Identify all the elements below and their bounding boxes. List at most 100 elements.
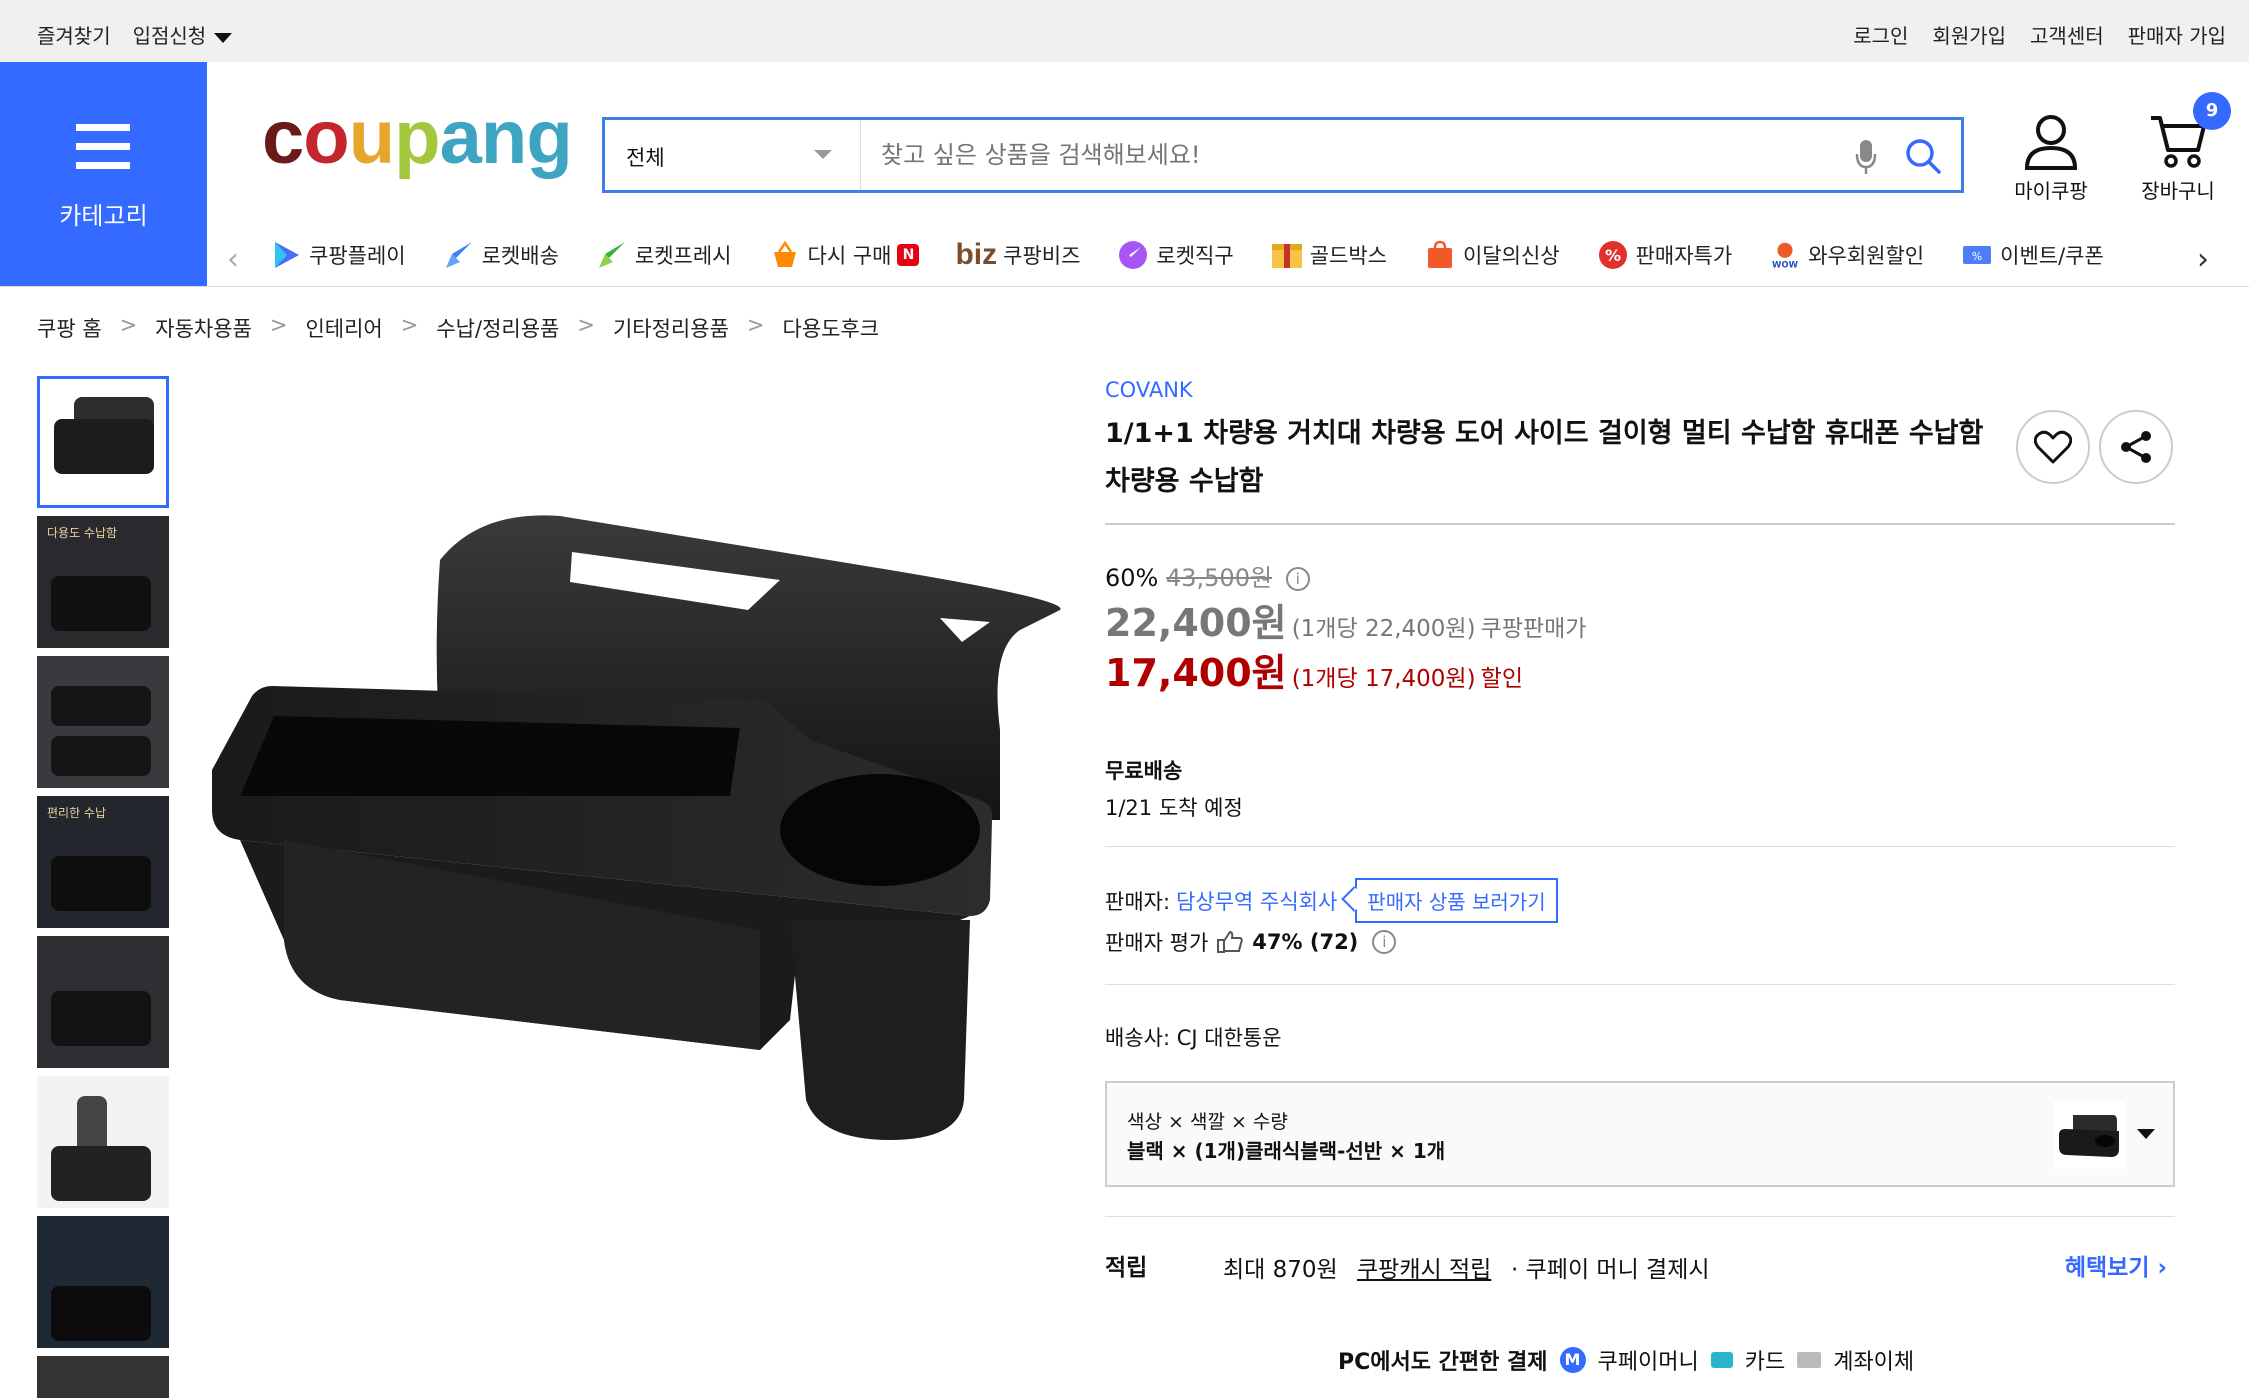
nav-item-events[interactable]: % 이벤트/쿠폰: [1960, 238, 2104, 272]
divider: [1105, 846, 2175, 847]
microphone-icon[interactable]: [1855, 138, 1877, 180]
nav-prev-icon[interactable]: ‹: [227, 242, 239, 277]
nav-next-icon[interactable]: ›: [2197, 242, 2209, 277]
payment-account: 계좌이체: [1833, 1350, 1915, 1375]
chevron-right-icon: >: [746, 313, 765, 337]
chevron-down-icon: [214, 32, 233, 43]
divider: [1105, 984, 2175, 985]
rocket-icon: [442, 238, 476, 272]
nav-item-seller-special[interactable]: % 판매자특가: [1596, 238, 1732, 272]
nav-label: 다시 구매: [807, 244, 892, 268]
option-thumbnail: [2053, 1101, 2125, 1169]
nav-label: 골드박스: [1309, 244, 1387, 268]
reward-condition: · 쿠페이 머니 결제시: [1511, 1257, 1710, 1283]
product-thumbnail[interactable]: 편리한 수납: [37, 796, 169, 928]
reward-more-link[interactable]: 혜택보기 ›: [2065, 1248, 2167, 1282]
product-thumbnail[interactable]: [37, 936, 169, 1068]
product-title: 1/1+1 차량용 거치대 차량용 도어 사이드 걸이형 멀티 수납함 휴대폰 …: [1105, 410, 1985, 506]
chevron-right-icon: >: [119, 313, 138, 337]
price-label: 쿠팡판매가: [1480, 616, 1587, 642]
divider: [1105, 1216, 2175, 1217]
seller-label: 판매자:: [1105, 889, 1171, 914]
thumbnail-caption: 다용도 수납함: [47, 526, 118, 540]
product-thumbnail[interactable]: [37, 1356, 169, 1398]
product-thumbnail[interactable]: [37, 376, 169, 508]
nav-item-rebuy[interactable]: 다시 구매 N: [768, 238, 920, 272]
seller-apply-link[interactable]: 입점신청: [133, 20, 233, 49]
seller-row: 판매자: 담상무역 주식회사 판매자 상품 보러가기: [1105, 878, 1558, 923]
thumbs-up-icon: [1217, 930, 1244, 953]
nav-item-rocket-direct[interactable]: 로켓직구: [1116, 238, 1234, 272]
coupang-price: 22,400원 (1개당 22,400원) 쿠팡판매가: [1105, 592, 1586, 647]
category-menu-button[interactable]: 카테고리: [0, 62, 207, 286]
thumbnail-list: 다용도 수납함 편리한 수납: [37, 376, 171, 1398]
shipping-type: 무료배송: [1105, 759, 1183, 783]
divider: [1105, 523, 2175, 525]
customer-center-link[interactable]: 고객센터: [2030, 20, 2104, 49]
option-select[interactable]: 색상 × 색깔 × 수량 블랙 × (1개)클래식블랙-선반 × 1개: [1105, 1081, 2175, 1187]
nav-label: 쿠팡플레이: [309, 244, 406, 268]
top-utility-bar: 즐겨찾기 입점신청 로그인 회원가입 고객센터 판매자 가입: [0, 0, 2249, 62]
breadcrumb-item[interactable]: 기타정리용품: [613, 313, 729, 343]
card-icon: [1710, 1352, 1733, 1368]
cart-count-badge: 9: [2193, 92, 2231, 130]
wishlist-button[interactable]: [2016, 410, 2090, 484]
category-label: 카테고리: [59, 202, 148, 230]
signup-link[interactable]: 회원가입: [1932, 20, 2006, 49]
coupon-icon: %: [1960, 238, 1994, 272]
nav-item-goldbox[interactable]: 골드박스: [1270, 238, 1387, 272]
breadcrumb-item[interactable]: 자동차용품: [155, 313, 252, 343]
chevron-right-icon: >: [269, 313, 288, 337]
nav-item-rocket-fresh[interactable]: 로켓프레시: [595, 238, 732, 272]
breadcrumb-item[interactable]: 쿠팡 홈: [37, 313, 102, 343]
nav-item-rocket-delivery[interactable]: 로켓배송: [442, 238, 559, 272]
coupang-logo[interactable]: coupang: [262, 100, 573, 176]
seller-rating-value: 47% (72): [1252, 930, 1359, 954]
nav-item-coupang-play[interactable]: 쿠팡플레이: [269, 238, 406, 272]
basket-icon: [768, 238, 802, 272]
nav-item-coupang-biz[interactable]: biz 쿠팡비즈: [955, 238, 1080, 272]
payment-methods: PC에서도 간편한 결제 M 쿠페이머니 카드 계좌이체: [1338, 1344, 1914, 1376]
reward-cash-link[interactable]: 쿠팡캐시 적립: [1357, 1250, 1491, 1284]
price-value: 22,400원: [1105, 601, 1287, 645]
info-icon[interactable]: i: [1285, 567, 1310, 591]
original-price: 43,500원: [1165, 564, 1273, 592]
info-icon[interactable]: i: [1372, 930, 1397, 954]
my-coupang-label: 마이쿠팡: [2014, 179, 2088, 203]
product-thumbnail[interactable]: [37, 1216, 169, 1348]
bookmark-link[interactable]: 즐겨찾기: [37, 20, 111, 49]
discount-line: 60% 43,500원 i: [1105, 558, 1310, 593]
my-coupang-button[interactable]: 마이쿠팡: [2006, 112, 2096, 204]
product-thumbnail[interactable]: [37, 656, 169, 788]
seller-products-button[interactable]: 판매자 상품 보러가기: [1355, 878, 1558, 923]
seller-apply-label: 입점신청: [132, 24, 207, 48]
seller-signup-link[interactable]: 판매자 가입: [2128, 20, 2226, 49]
brand-link[interactable]: COVANK: [1105, 378, 1193, 402]
login-link[interactable]: 로그인: [1853, 20, 1908, 49]
nav-label: 이달의신상: [1462, 244, 1560, 268]
payment-money: 쿠페이머니: [1597, 1350, 1699, 1375]
breadcrumb-item[interactable]: 다용도후크: [783, 313, 880, 343]
product-thumbnail[interactable]: [37, 1076, 169, 1208]
main-product-image[interactable]: [200, 500, 1080, 1140]
search-input[interactable]: [881, 136, 1781, 174]
search-category-select[interactable]: 전체: [605, 120, 861, 190]
search-icon[interactable]: [1903, 136, 1943, 180]
search-category-value: 전체: [626, 146, 665, 170]
breadcrumb-item[interactable]: 인테리어: [305, 313, 382, 343]
sale-price-value: 17,400원: [1105, 651, 1287, 695]
nav-item-new-arrivals[interactable]: 이달의신상: [1423, 238, 1560, 272]
header-divider: [0, 286, 2249, 287]
share-icon: [2121, 431, 2151, 463]
rocket-fresh-icon: [595, 238, 629, 272]
nav-item-wow-discount[interactable]: WOW 와우회원할인: [1768, 238, 1924, 272]
breadcrumb-item[interactable]: 수납/정리용품: [436, 313, 559, 343]
seller-name-link[interactable]: 담상무역 주식회사: [1176, 886, 1337, 916]
chevron-down-icon: [2137, 1129, 2155, 1139]
seller-rating-label: 판매자 평가: [1105, 931, 1209, 955]
quick-nav: ‹ 쿠팡플레이 로켓배송 로켓프레시 다시 구매 N biz 쿠팡비즈 로켓직구: [207, 228, 2249, 286]
cart-button[interactable]: 장바구니 9: [2133, 92, 2231, 204]
discount-rate: 60%: [1105, 564, 1159, 592]
product-thumbnail[interactable]: 다용도 수납함: [37, 516, 169, 648]
share-button[interactable]: [2099, 410, 2173, 484]
